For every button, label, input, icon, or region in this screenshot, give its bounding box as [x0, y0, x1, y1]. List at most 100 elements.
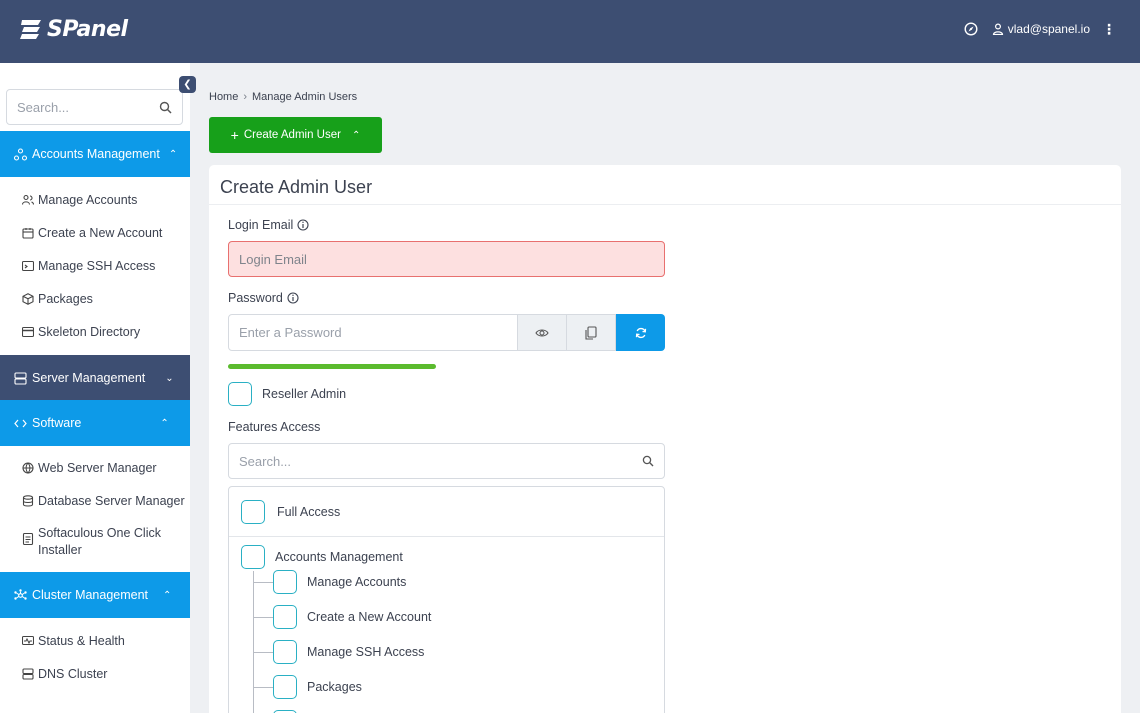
- user-icon: [992, 23, 1003, 35]
- sidebar-search-input[interactable]: Search...: [6, 89, 183, 125]
- terminal-icon: [22, 260, 34, 272]
- breadcrumb-separator-icon: ›: [243, 91, 248, 103]
- sidebar-item-label: Skeleton Directory: [38, 325, 141, 339]
- sidebar-item-skeleton-directory[interactable]: Skeleton Directory: [22, 324, 140, 341]
- sidebar-section-cluster-management[interactable]: Cluster Management ⌃: [0, 572, 190, 618]
- features-tree: Full Access Accounts Management Manage A…: [228, 486, 665, 713]
- feature-packages[interactable]: Packages: [273, 675, 362, 699]
- sidebar-item-dns-cluster[interactable]: DNS Cluster: [22, 666, 107, 683]
- login-email-label: Login Email: [228, 218, 309, 232]
- manage-accounts-checkbox[interactable]: [273, 570, 297, 594]
- info-icon[interactable]: [297, 219, 309, 231]
- document-icon: [22, 533, 34, 545]
- accounts-management-checkbox[interactable]: [241, 545, 265, 569]
- features-access-label: Features Access: [228, 420, 320, 434]
- login-email-input[interactable]: Login Email: [228, 241, 665, 277]
- card-title: Create Admin User: [209, 165, 1121, 205]
- reseller-admin-checkbox-row[interactable]: Reseller Admin: [228, 382, 346, 406]
- sidebar-item-packages[interactable]: Packages: [22, 291, 93, 308]
- section-label: Accounts Management: [32, 147, 160, 161]
- section-label: Cluster Management: [32, 588, 149, 602]
- password-group: Enter a Password: [228, 314, 665, 351]
- chevron-up-icon: ⌃: [160, 417, 169, 429]
- monitor-pulse-icon: [22, 635, 34, 646]
- spanel-logo[interactable]: SPanel: [18, 16, 128, 42]
- create-button-label: Create Admin User: [243, 129, 341, 141]
- feature-label: Packages: [307, 680, 362, 694]
- sidebar-item-softaculous[interactable]: Softaculous One Click Installer: [22, 525, 172, 559]
- breadcrumb: Home › Manage Admin Users: [209, 91, 357, 103]
- packages-checkbox[interactable]: [273, 675, 297, 699]
- sidebar: Search... Accounts Management ⌃ Manage A…: [0, 63, 190, 713]
- feature-create-account[interactable]: Create a New Account: [273, 605, 431, 629]
- database-icon: [22, 495, 34, 507]
- breadcrumb-home[interactable]: Home: [209, 91, 238, 103]
- sidebar-item-web-server-manager[interactable]: Web Server Manager: [22, 460, 157, 477]
- cluster-icon: [14, 588, 27, 600]
- sidebar-section-server-management[interactable]: Server Management ⌄: [0, 355, 190, 401]
- features-search-input[interactable]: Search...: [228, 443, 665, 479]
- create-admin-user-card: Create Admin User Login Email Login Emai…: [209, 165, 1121, 713]
- chevron-up-icon: ⌃: [168, 148, 178, 160]
- tree-branch: [253, 582, 273, 583]
- accounts-icon: [14, 147, 27, 161]
- sidebar-item-create-account[interactable]: Create a New Account: [22, 225, 162, 242]
- search-icon: [159, 101, 172, 114]
- breadcrumb-current: Manage Admin Users: [252, 91, 358, 103]
- sidebar-item-label: Manage SSH Access: [38, 259, 156, 273]
- search-icon: [642, 455, 654, 467]
- sidebar-item-label: DNS Cluster: [38, 667, 108, 681]
- feature-label: Create a New Account: [307, 610, 432, 624]
- collapse-sidebar-icon[interactable]: ❮: [179, 76, 196, 93]
- copy-password-button[interactable]: [567, 314, 617, 351]
- server-stack-icon: [22, 668, 34, 680]
- feature-full-access[interactable]: Full Access: [241, 500, 340, 524]
- sidebar-item-manage-ssh[interactable]: Manage SSH Access: [22, 258, 155, 275]
- feature-label: Full Access: [277, 505, 341, 519]
- refresh-icon: [635, 327, 646, 338]
- sidebar-section-software[interactable]: Software ⌃: [0, 400, 190, 446]
- package-icon: [22, 293, 34, 305]
- features-search-placeholder: Search...: [239, 453, 292, 469]
- sidebar-item-label: Create a New Account: [38, 226, 163, 240]
- generate-password-button[interactable]: [616, 314, 665, 351]
- show-password-button[interactable]: [518, 314, 568, 351]
- feature-group-accounts-management[interactable]: Accounts Management: [241, 545, 403, 569]
- feature-label: Manage SSH Access: [307, 645, 425, 659]
- manage-ssh-checkbox[interactable]: [273, 640, 297, 664]
- user-email[interactable]: vlad@spanel.io: [1008, 22, 1090, 36]
- sidebar-item-label: Manage Accounts: [38, 193, 138, 207]
- password-label: Password: [228, 291, 299, 305]
- plus-icon: +: [230, 127, 239, 143]
- compass-icon[interactable]: [964, 22, 978, 36]
- server-icon: [14, 371, 27, 385]
- reseller-admin-label: Reseller Admin: [262, 387, 347, 401]
- sidebar-item-label: Database Server Manager: [38, 494, 185, 508]
- sidebar-item-label: Softaculous One Click Installer: [38, 526, 161, 557]
- create-account-checkbox[interactable]: [273, 605, 297, 629]
- top-bar: SPanel vlad@spanel.io ⋮: [0, 0, 1140, 63]
- divider: [229, 536, 664, 537]
- users-icon: [22, 194, 34, 205]
- sidebar-item-database-server-manager[interactable]: Database Server Manager: [22, 493, 185, 510]
- full-access-checkbox[interactable]: [241, 500, 265, 524]
- feature-manage-accounts[interactable]: Manage Accounts: [273, 570, 406, 594]
- tree-branch: [253, 617, 273, 618]
- sidebar-item-label: Packages: [38, 292, 93, 306]
- login-email-placeholder: Login Email: [239, 251, 307, 267]
- create-admin-user-button[interactable]: + Create Admin User ⌃: [209, 117, 382, 153]
- tree-branch: [253, 652, 273, 653]
- feature-manage-ssh[interactable]: Manage SSH Access: [273, 640, 424, 664]
- sidebar-section-accounts-management[interactable]: Accounts Management ⌃: [0, 131, 190, 177]
- sidebar-item-status-health[interactable]: Status & Health: [22, 633, 125, 650]
- section-label: Software: [32, 416, 82, 430]
- reseller-admin-checkbox[interactable]: [228, 382, 252, 406]
- sidebar-item-manage-accounts[interactable]: Manage Accounts: [22, 192, 137, 209]
- password-input[interactable]: Enter a Password: [228, 314, 519, 351]
- password-strength-bar: [228, 364, 436, 369]
- info-icon[interactable]: [287, 292, 299, 304]
- sidebar-item-label: Web Server Manager: [38, 461, 157, 475]
- more-options-icon[interactable]: ⋮: [1102, 22, 1116, 36]
- sidebar-search-placeholder: Search...: [17, 99, 70, 115]
- features-access-label-text: Features Access: [228, 420, 321, 434]
